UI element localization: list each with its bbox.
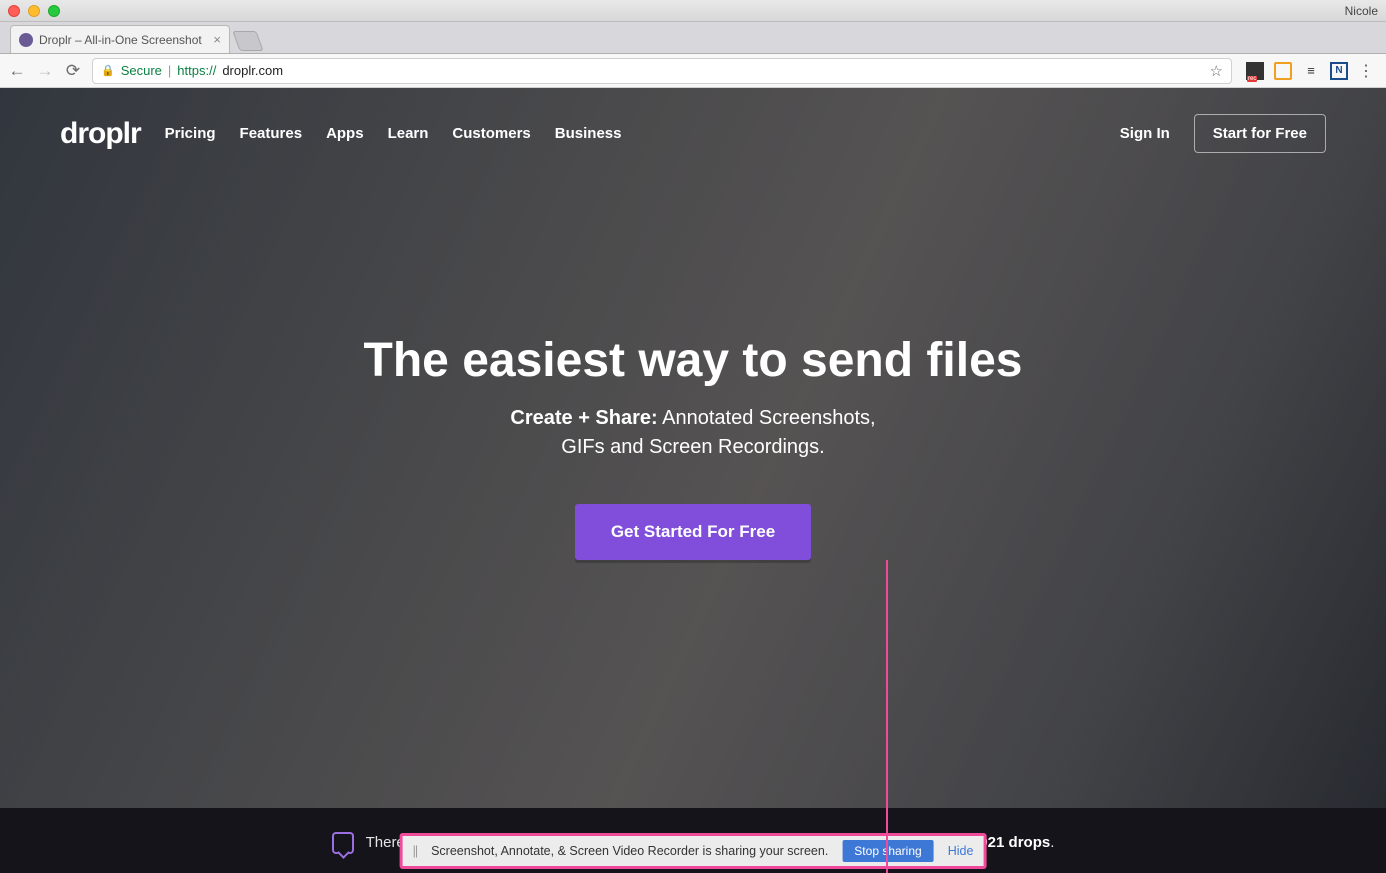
chat-icon <box>332 832 354 854</box>
chrome-menu-icon[interactable]: ⋮ <box>1358 61 1374 81</box>
extension-icon[interactable]: N <box>1330 62 1348 80</box>
hero-sub-text2: GIFs and Screen Recordings. <box>561 436 824 458</box>
url-protocol: https:// <box>177 63 216 78</box>
zoom-window-icon[interactable] <box>48 5 60 17</box>
new-tab-button[interactable] <box>232 31 263 51</box>
screen-sharing-bar: || Screenshot, Annotate, & Screen Video … <box>403 836 984 866</box>
favicon-icon <box>19 33 33 47</box>
back-button[interactable]: ← <box>8 61 26 81</box>
signin-link[interactable]: Sign In <box>1120 125 1170 142</box>
hero-copy: The easiest way to send files Create + S… <box>0 333 1386 560</box>
nav-link-business[interactable]: Business <box>555 125 622 142</box>
mac-titlebar: Nicole <box>0 0 1386 22</box>
start-free-button[interactable]: Start for Free <box>1194 114 1326 153</box>
nav-link-pricing[interactable]: Pricing <box>165 125 216 142</box>
close-window-icon[interactable] <box>8 5 20 17</box>
extension-icon[interactable]: ≡ <box>1302 62 1320 80</box>
hero-sub-strong: Create + Share: <box>510 407 657 429</box>
browser-toolbar: ← → ⟳ 🔒 Secure | https:// droplr.com ☆ ≡ … <box>0 54 1386 88</box>
reload-button[interactable]: ⟳ <box>64 61 82 81</box>
nav-link-apps[interactable]: Apps <box>326 125 364 142</box>
drag-handle-icon[interactable]: || <box>413 844 418 858</box>
separator: | <box>168 63 171 78</box>
nav-link-customers[interactable]: Customers <box>452 125 530 142</box>
address-bar[interactable]: 🔒 Secure | https:// droplr.com ☆ <box>92 58 1232 84</box>
site-nav: droplr Pricing Features Apps Learn Custo… <box>0 88 1386 153</box>
hero-headline: The easiest way to send files <box>0 333 1386 388</box>
stats-frag: . <box>1050 834 1054 851</box>
nav-link-learn[interactable]: Learn <box>388 125 429 142</box>
bookmark-star-icon[interactable]: ☆ <box>1210 62 1223 80</box>
hide-sharing-button[interactable]: Hide <box>948 844 974 858</box>
window-controls <box>8 5 60 17</box>
profile-name: Nicole <box>1345 4 1378 18</box>
annotation-highlight: || Screenshot, Annotate, & Screen Video … <box>400 833 987 869</box>
hero-subhead: Create + Share: Annotated Screenshots, G… <box>0 404 1386 462</box>
logo[interactable]: droplr <box>60 117 141 151</box>
page-content: droplr Pricing Features Apps Learn Custo… <box>0 88 1386 873</box>
sharing-message: Screenshot, Annotate, & Screen Video Rec… <box>431 844 828 858</box>
lock-icon: 🔒 <box>101 64 115 77</box>
nav-link-features[interactable]: Features <box>240 125 303 142</box>
get-started-button[interactable]: Get Started For Free <box>575 504 811 560</box>
extensions: ≡ N ⋮ <box>1242 61 1378 81</box>
url-host: droplr.com <box>222 63 283 78</box>
hero-section: droplr Pricing Features Apps Learn Custo… <box>0 88 1386 808</box>
browser-tab[interactable]: Droplr – All-in-One Screenshot × <box>10 25 230 53</box>
close-tab-icon[interactable]: × <box>213 32 221 47</box>
extension-icon[interactable] <box>1274 62 1292 80</box>
minimize-window-icon[interactable] <box>28 5 40 17</box>
annotation-arrow-icon <box>886 560 888 873</box>
hero-sub-text: Annotated Screenshots, <box>658 407 876 429</box>
secure-label: Secure <box>121 63 162 78</box>
tab-title: Droplr – All-in-One Screenshot <box>39 33 207 47</box>
stop-sharing-button[interactable]: Stop sharing <box>842 840 933 862</box>
forward-button[interactable]: → <box>36 61 54 81</box>
browser-tabstrip: Droplr – All-in-One Screenshot × <box>0 22 1386 54</box>
screen-recorder-extension-icon[interactable] <box>1246 62 1264 80</box>
